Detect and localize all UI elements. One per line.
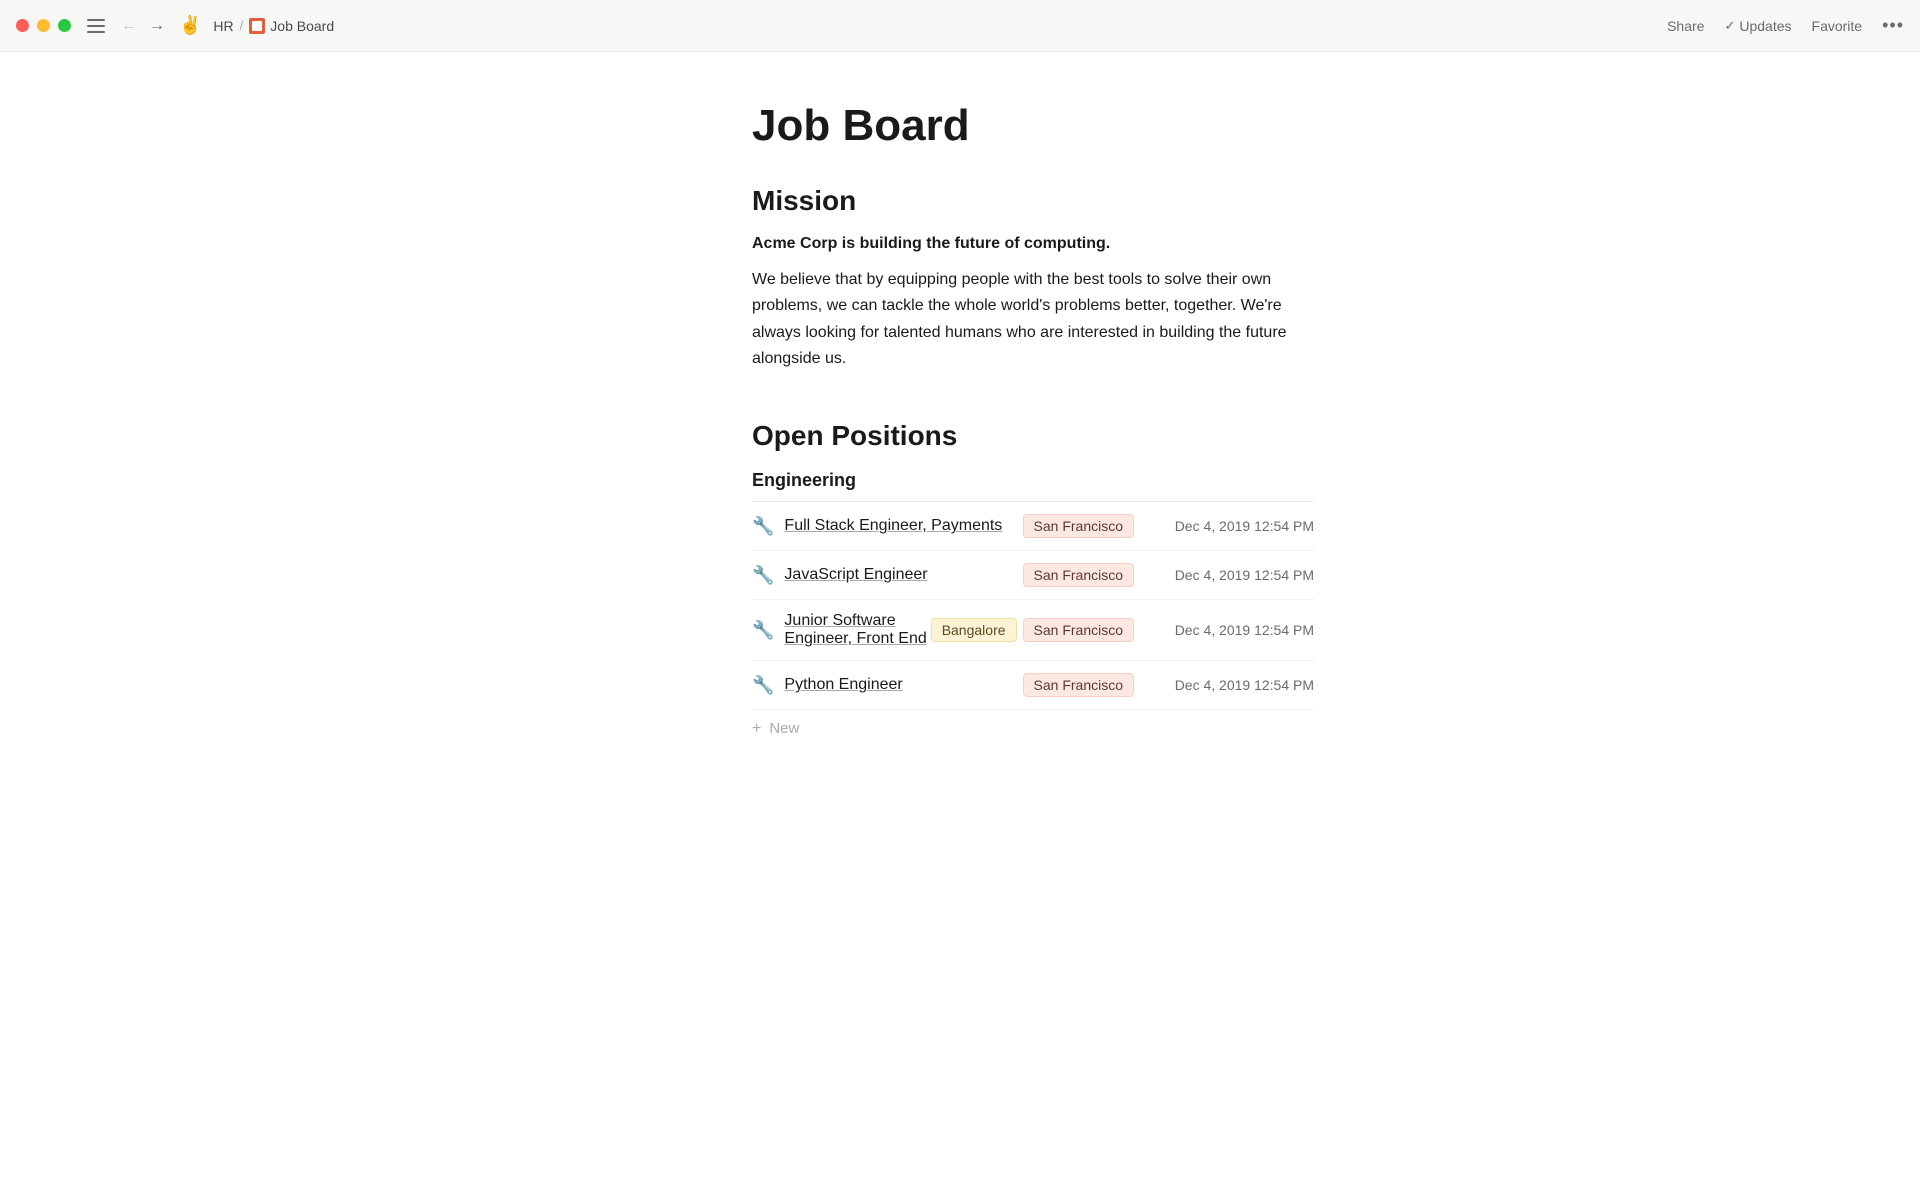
minimize-button[interactable] <box>37 19 50 32</box>
titlebar-actions: Share ✓ Updates Favorite ••• <box>1667 15 1904 36</box>
share-label: Share <box>1667 18 1704 34</box>
new-label: New <box>769 720 799 737</box>
favorite-button[interactable]: Favorite <box>1812 18 1863 34</box>
updates-label: Updates <box>1739 18 1791 34</box>
job-date: Dec 4, 2019 12:54 PM <box>1154 622 1314 638</box>
job-title: Junior Software Engineer, Front End <box>784 612 930 648</box>
mission-heading: Mission <box>752 185 1314 217</box>
open-positions-heading: Open Positions <box>752 420 1314 452</box>
job-date: Dec 4, 2019 12:54 PM <box>1154 518 1314 534</box>
breadcrumb-hr[interactable]: HR <box>213 18 233 34</box>
breadcrumb-jobboard[interactable]: Job Board <box>249 18 334 34</box>
job-row[interactable]: 🔧 Full Stack Engineer, PaymentsSan Franci… <box>752 502 1314 551</box>
window-controls <box>16 19 71 32</box>
location-tag: San Francisco <box>1023 673 1134 697</box>
navigation-arrows: ← → <box>119 17 167 35</box>
breadcrumb-separator: / <box>240 18 244 33</box>
mission-body-text: We believe that by equipping people with… <box>752 267 1314 373</box>
titlebar: ← → ✌️ HR / Job Board Share ✓ Updates Fa… <box>0 0 1920 52</box>
back-button[interactable]: ← <box>119 17 139 35</box>
page-title: Job Board <box>752 100 1314 153</box>
forward-button[interactable]: → <box>147 17 167 35</box>
job-title: Full Stack Engineer, Payments <box>784 517 1022 535</box>
page-icon <box>249 18 265 34</box>
job-title: Python Engineer <box>784 676 1022 694</box>
mission-bold-text: Acme Corp is building the future of comp… <box>752 235 1314 253</box>
job-date: Dec 4, 2019 12:54 PM <box>1154 567 1314 583</box>
open-positions-section: Open Positions Engineering 🔧 Full Stack E… <box>752 420 1314 747</box>
close-button[interactable] <box>16 19 29 32</box>
plus-icon: + <box>752 721 761 737</box>
maximize-button[interactable] <box>58 19 71 32</box>
breadcrumb-hr-label: HR <box>213 18 233 34</box>
wrench-icon: 🔧 <box>752 565 774 586</box>
job-list: 🔧Full Stack Engineer, PaymentsSan Franci… <box>752 502 1314 710</box>
engineering-heading: Engineering <box>752 470 1314 501</box>
wrench-icon: 🔧 <box>752 620 774 641</box>
hr-emoji-icon: ✌️ <box>179 15 201 36</box>
check-icon: ✓ <box>1724 18 1735 34</box>
breadcrumb-page-label: Job Board <box>270 18 334 34</box>
updates-button[interactable]: ✓ Updates <box>1724 18 1791 34</box>
job-row[interactable]: 🔧 JavaScript EngineerSan Francisco Dec 4, … <box>752 551 1314 600</box>
wrench-icon: 🔧 <box>752 516 774 537</box>
location-tag: San Francisco <box>1023 514 1134 538</box>
job-tags: San Francisco <box>1023 514 1134 538</box>
job-tags: BangaloreSan Francisco <box>931 618 1134 642</box>
job-row[interactable]: 🔧 Python EngineerSan Francisco Dec 4, 2019… <box>752 661 1314 710</box>
location-tag: San Francisco <box>1023 563 1134 587</box>
menu-button[interactable] <box>87 19 105 33</box>
wrench-icon: 🔧 <box>752 675 774 696</box>
job-date: Dec 4, 2019 12:54 PM <box>1154 677 1314 693</box>
main-content: Job Board Mission Acme Corp is building … <box>510 52 1410 843</box>
share-button[interactable]: Share <box>1667 18 1704 34</box>
job-tags: San Francisco <box>1023 563 1134 587</box>
job-tags: San Francisco <box>1023 673 1134 697</box>
new-row[interactable]: + New <box>752 710 1314 747</box>
favorite-label: Favorite <box>1812 18 1863 34</box>
more-options-button[interactable]: ••• <box>1882 15 1904 36</box>
location-tag: San Francisco <box>1023 618 1134 642</box>
job-title: JavaScript Engineer <box>784 566 1022 584</box>
breadcrumb: ✌️ HR / Job Board <box>179 15 334 36</box>
location-tag: Bangalore <box>931 618 1017 642</box>
job-row[interactable]: 🔧 Junior Software Engineer, Front EndBang… <box>752 600 1314 661</box>
